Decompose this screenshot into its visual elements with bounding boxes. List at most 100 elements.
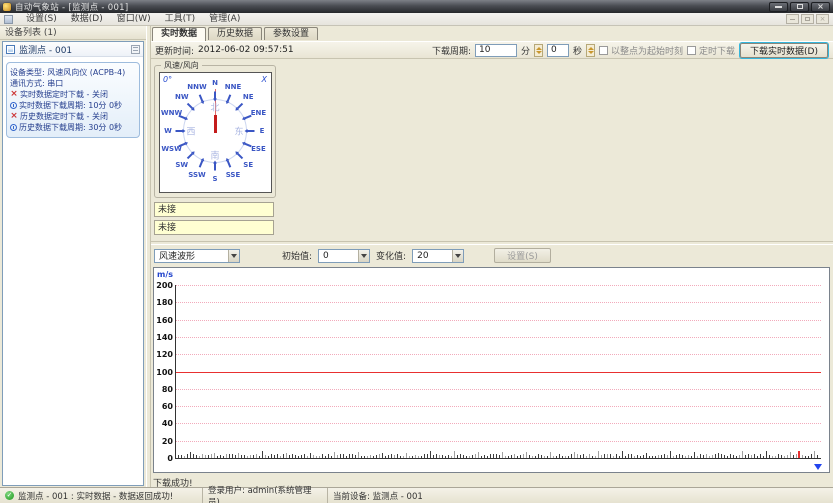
x-axis-minor-tick: [721, 454, 722, 458]
device-info-line: 历史数据下载周期: 30分 0秒: [10, 122, 136, 133]
mdi-window-controls: ×: [786, 14, 829, 24]
tab-历史数据[interactable]: 历史数据: [208, 27, 262, 40]
checkbox-icon[interactable]: [599, 46, 608, 55]
minutes-input[interactable]: 10: [475, 44, 517, 57]
status-device-cell: 当前设备: 监测点 - 001: [328, 488, 833, 503]
chart-controls: 风速波形 初始值: 0 变化值: 20 设置(S): [154, 247, 830, 264]
x-axis-minor-tick: [526, 452, 527, 458]
settings-button[interactable]: 设置(S): [494, 248, 551, 263]
x-axis-minor-tick: [619, 456, 620, 458]
menu-tools[interactable]: 工具(T): [158, 13, 203, 26]
mdi-restore-icon[interactable]: [801, 14, 814, 24]
x-axis-minor-tick: [616, 454, 617, 458]
x-axis-minor-tick: [667, 455, 668, 458]
x-axis-minor-tick: [427, 454, 428, 458]
compass-tick-icon: [214, 92, 216, 99]
maximize-icon[interactable]: [790, 2, 809, 12]
compass-box: 0° X NNNENEENEEESESESSESSSWSWWSWWWNWNWNN…: [159, 72, 272, 193]
seconds-input[interactable]: 0: [547, 44, 569, 57]
x-axis-minor-tick: [439, 455, 440, 458]
x-axis-minor-tick: [412, 456, 413, 458]
x-axis-minor-tick: [739, 455, 740, 458]
waveform-select[interactable]: 风速波形: [154, 249, 240, 263]
x-axis-minor-tick: [475, 454, 476, 458]
compass-tick-icon: [178, 115, 185, 120]
x-axis-minor-tick: [745, 455, 746, 458]
menu-window[interactable]: 窗口(W): [110, 13, 158, 26]
x-axis-minor-tick: [421, 456, 422, 458]
x-axis-minor-tick: [658, 455, 659, 458]
tab-参数设置[interactable]: 参数设置: [264, 27, 318, 40]
x-axis-minor-tick: [490, 454, 491, 458]
chart-cursor-icon[interactable]: [814, 464, 822, 470]
compass-direction-label: SSE: [226, 171, 241, 179]
initial-value-select[interactable]: 0: [318, 249, 370, 263]
change-value-select[interactable]: 20: [412, 249, 464, 263]
y-axis-tick-label: 80: [162, 385, 173, 394]
compass-direction-label: ESE: [251, 145, 266, 153]
x-axis-minor-tick: [541, 455, 542, 458]
x-axis-minor-tick: [595, 456, 596, 458]
device-tree-item[interactable]: 监测点 - 001: [3, 42, 143, 57]
close-icon[interactable]: ×: [811, 2, 830, 12]
compass-zero-degree-label: 0°: [163, 75, 172, 84]
chevron-down-icon[interactable]: [358, 250, 369, 262]
title-bar[interactable]: 自动气象站 - [监测点 - 001] ×: [0, 0, 833, 13]
x-axis-minor-tick: [571, 454, 572, 458]
clock-icon: [10, 124, 17, 131]
hour-start-checkbox[interactable]: 以整点为起始时刻: [599, 44, 683, 57]
compass-direction-label: SE: [243, 161, 253, 169]
x-axis-minor-tick: [793, 455, 794, 458]
gridline: [176, 423, 821, 424]
x-axis-minor-tick: [253, 455, 254, 458]
mdi-minimize-icon[interactable]: [786, 14, 799, 24]
x-axis-minor-tick: [409, 456, 410, 458]
x-axis-minor-tick: [634, 456, 635, 458]
compass-tick-icon: [237, 153, 243, 159]
x-axis-minor-tick: [748, 454, 749, 458]
minutes-spinner[interactable]: [534, 44, 543, 57]
download-realtime-button[interactable]: 下载实时数据(D): [739, 42, 829, 59]
y-axis-tick-label: 60: [162, 402, 173, 411]
checkbox-icon[interactable]: [687, 46, 696, 55]
x-axis-minor-tick: [622, 451, 623, 458]
wind-groupbox: 风速/风向 0° X NNNENEENEEESESESSESSSWSWWSWWW…: [154, 65, 276, 198]
x-axis-minor-tick: [184, 456, 185, 458]
x-axis-minor-tick: [715, 454, 716, 458]
tab-实时数据[interactable]: 实时数据: [152, 27, 206, 41]
status-bar: ✓ 监测点 - 001 : 实时数据 - 数据返回成功! 登录用户: admin…: [0, 487, 833, 503]
device-info-box: 设备类型: 风速风向仪 (ACPB-4)通讯方式: 串口×实时数据定时下载 - …: [6, 62, 140, 138]
timed-download-checkbox[interactable]: 定时下载: [687, 44, 735, 57]
x-axis-minor-tick: [796, 454, 797, 458]
x-axis-minor-tick: [199, 456, 200, 458]
chevron-down-icon[interactable]: [228, 250, 239, 262]
menu-settings[interactable]: 设置(S): [19, 13, 64, 26]
mdi-child-icon: [4, 15, 13, 24]
y-axis-tick-label: 200: [156, 281, 173, 290]
y-axis-tick-label: 140: [156, 333, 173, 342]
x-axis-minor-tick: [334, 452, 335, 458]
horizontal-splitter[interactable]: [151, 241, 833, 245]
mdi-close-icon[interactable]: ×: [816, 14, 829, 24]
minimize-icon[interactable]: [769, 2, 788, 12]
wind-speed-chart: m/s 020406080100120140160180200: [153, 267, 830, 473]
x-axis-minor-tick: [307, 456, 308, 458]
expander-icon[interactable]: [131, 45, 140, 54]
x-axis-minor-tick: [766, 451, 767, 458]
menu-manage[interactable]: 管理(A): [202, 13, 247, 26]
seconds-spinner[interactable]: [586, 44, 595, 57]
gridline: [176, 320, 821, 321]
update-time-value: 2012-06-02 09:57:51: [198, 45, 294, 55]
menu-data[interactable]: 数据(D): [64, 13, 110, 26]
x-axis-minor-tick: [499, 455, 500, 458]
window-controls: ×: [769, 2, 830, 12]
x-axis-minor-tick: [661, 455, 662, 458]
x-axis-minor-tick: [463, 455, 464, 458]
device-info-text: 历史数据下载周期: 30分 0秒: [19, 122, 122, 133]
x-axis-minor-tick: [478, 452, 479, 458]
x-axis-minor-tick: [814, 451, 815, 458]
chevron-down-icon[interactable]: [452, 250, 463, 262]
x-axis-minor-tick: [271, 454, 272, 458]
compass-tick-icon: [186, 102, 192, 108]
compass-cardinal-east: 东: [234, 125, 243, 138]
